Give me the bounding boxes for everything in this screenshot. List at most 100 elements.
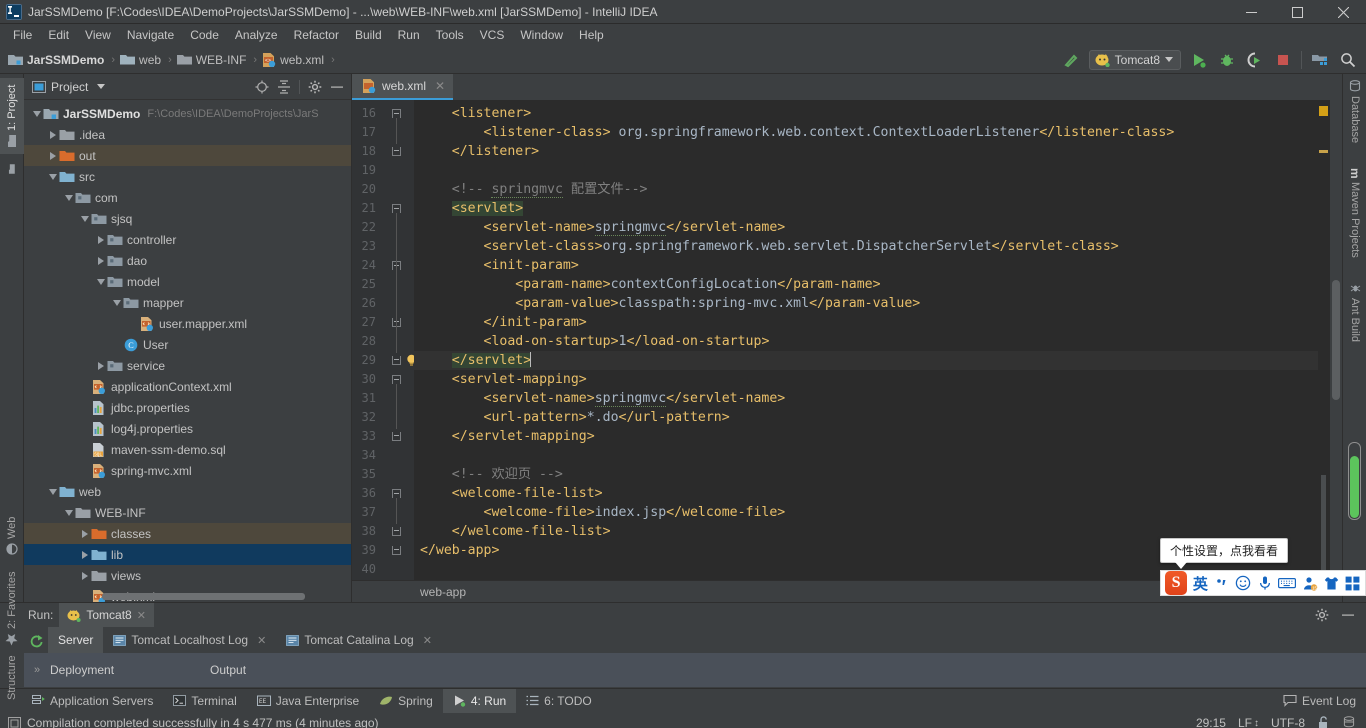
stripe-marker-warning[interactable] [1319,106,1328,116]
close-button[interactable] [1320,0,1366,24]
minimize-button[interactable] [1228,0,1274,24]
stripe-marker-typo[interactable] [1319,150,1328,153]
maximize-button[interactable] [1274,0,1320,24]
bottom-tab-spring[interactable]: Spring [369,689,443,713]
tree-item-spring-mvc-xml[interactable]: spring-mvc.xml [24,460,351,481]
chevron-right-icon[interactable] [46,149,59,162]
ime-toolbox-icon[interactable] [1344,576,1361,591]
tree-item-views[interactable]: views [24,565,351,586]
project-structure-icon[interactable] [1310,50,1330,70]
chevron-down-icon[interactable] [97,84,106,89]
chevron-down-icon[interactable] [78,212,91,225]
ime-punctuation-mode[interactable] [1214,576,1231,591]
ime-tooltip[interactable]: 个性设置，点我看看 [1160,538,1289,569]
sidebar-item-favorites[interactable]: 2: Favorites [0,568,24,650]
expander-icon[interactable]: » [24,664,50,676]
collapse-all-icon[interactable] [274,77,294,97]
menu-code[interactable]: Code [183,26,226,44]
tree-item-src[interactable]: src [24,166,351,187]
chevron-down-icon[interactable] [110,296,123,309]
editor-vertical-scrollbar[interactable] [1330,100,1342,580]
debug-icon[interactable] [1217,50,1237,70]
chevron-down-icon[interactable] [46,170,59,183]
code-fold-end-icon[interactable] [390,427,403,446]
tree-item-maven-ssm-demo-sql[interactable]: SQL maven-ssm-demo.sql [24,439,351,460]
menu-view[interactable]: View [78,26,118,44]
code-line[interactable] [414,446,1318,465]
code-line[interactable]: </listener> [414,142,1318,161]
project-tree-horizontal-scrollbar[interactable] [102,593,305,600]
error-stripe-marker-panel[interactable] [1318,100,1330,580]
inspection-icon[interactable] [8,716,21,728]
search-icon[interactable] [1338,50,1358,70]
menu-build[interactable]: Build [348,26,389,44]
chevron-down-icon[interactable] [62,506,75,519]
tree-item-sjsq[interactable]: sjsq [24,208,351,229]
menu-vcs[interactable]: VCS [473,26,512,44]
project-tree[interactable]: JarSSMDemo F:\Codes\IDEA\DemoProjects\Jar… [24,100,351,602]
ime-voice-input-icon[interactable] [1257,575,1274,591]
run-icon[interactable] [1189,50,1209,70]
breadcrumb-webxml[interactable]: <> web.xml [262,52,324,67]
code-line[interactable]: <!-- springmvc 配置文件--> [414,180,1318,199]
code-fold-end-icon[interactable] [390,351,403,370]
editor-tab-webxml[interactable]: web.xml ✕ [352,74,454,100]
chevron-right-icon[interactable] [94,254,107,267]
code-line[interactable] [414,161,1318,180]
code-line[interactable]: <welcome-file-list> [414,484,1318,503]
line-separator-chevron-icon[interactable]: ↕ [1254,718,1259,728]
menu-edit[interactable]: Edit [41,26,76,44]
sidebar-item-maven[interactable]: m Maven Projects [1343,158,1366,268]
tree-item-com[interactable]: com [24,187,351,208]
code-line[interactable]: <url-pattern>*.do</url-pattern> [414,408,1318,427]
file-encoding[interactable]: UTF-8 [1271,716,1305,728]
code-pane[interactable]: <listener> <listener-class> org.springfr… [414,100,1318,580]
code-line[interactable]: <listener> [414,104,1318,123]
tree-item-log4j-properties[interactable]: log4j.properties [24,418,351,439]
close-icon[interactable]: ✕ [137,609,146,622]
tree-item-user-mapper-xml[interactable]: user.mapper.xml [24,313,351,334]
sidebar-item-database[interactable]: Database [1343,76,1366,148]
code-line[interactable]: <servlet-class>org.springframework.web.s… [414,237,1318,256]
run-with-coverage-icon[interactable] [1245,50,1265,70]
code-line[interactable]: <servlet-name>springmvc</servlet-name> [414,218,1318,237]
line-separator[interactable]: LF [1238,716,1252,728]
bottom-tab-run[interactable]: 4: Run [442,688,517,713]
code-line[interactable]: <!-- 欢迎页 --> [414,465,1318,484]
ime-soft-keyboard-icon[interactable] [1278,576,1297,590]
menu-refactor[interactable]: Refactor [287,26,346,44]
sidebar-item-ant[interactable]: Ant Build [1343,276,1366,350]
code-line[interactable]: <param-name>contextConfigLocation</param… [414,275,1318,294]
gear-icon[interactable] [305,77,325,97]
code-line[interactable]: <welcome-file>index.jsp</welcome-file> [414,503,1318,522]
code-fold-end-icon[interactable] [390,522,403,541]
chevron-down-icon[interactable] [46,485,59,498]
code-line[interactable]: <load-on-startup>1</load-on-startup> [414,332,1318,351]
breadcrumb-webinf[interactable]: WEB-INF [176,53,246,67]
caret-position[interactable]: 29:15 [1196,716,1226,728]
stop-icon[interactable] [1273,50,1293,70]
target-locate-icon[interactable] [252,77,272,97]
code-line[interactable]: <param-value>classpath:spring-mvc.xml</p… [414,294,1318,313]
chevron-down-icon[interactable] [94,275,107,288]
breadcrumb-project[interactable]: JarSSMDemo [8,53,104,67]
hide-icon[interactable] [1338,605,1358,625]
tree-item-applicationcontext-xml[interactable]: applicationContext.xml [24,376,351,397]
tree-item-controller[interactable]: controller [24,229,351,250]
tree-item-user[interactable]: C User [24,334,351,355]
chevron-right-icon[interactable] [94,233,107,246]
tree-item-classes[interactable]: classes [24,523,351,544]
settings-gear-icon[interactable] [1312,605,1332,625]
code-line[interactable]: <listener-class> org.springframework.web… [414,123,1318,142]
tree-item-service[interactable]: service [24,355,351,376]
scrollbar-thumb[interactable] [1332,280,1340,400]
ime-user-center-icon[interactable]: 15 [1301,576,1318,591]
sidebar-item-project[interactable]: 1: Project [0,78,24,154]
ime-language-mode[interactable]: 英 [1192,573,1209,594]
ime-skin-icon[interactable] [1323,576,1340,591]
tree-item-jarssmdemo[interactable]: JarSSMDemo F:\Codes\IDEA\DemoProjects\Jar… [24,103,351,124]
hide-icon[interactable] [327,77,347,97]
sidebar-item-web[interactable]: Web [0,508,24,564]
close-icon[interactable]: ✕ [435,79,445,93]
tree-item-mapper[interactable]: mapper [24,292,351,313]
